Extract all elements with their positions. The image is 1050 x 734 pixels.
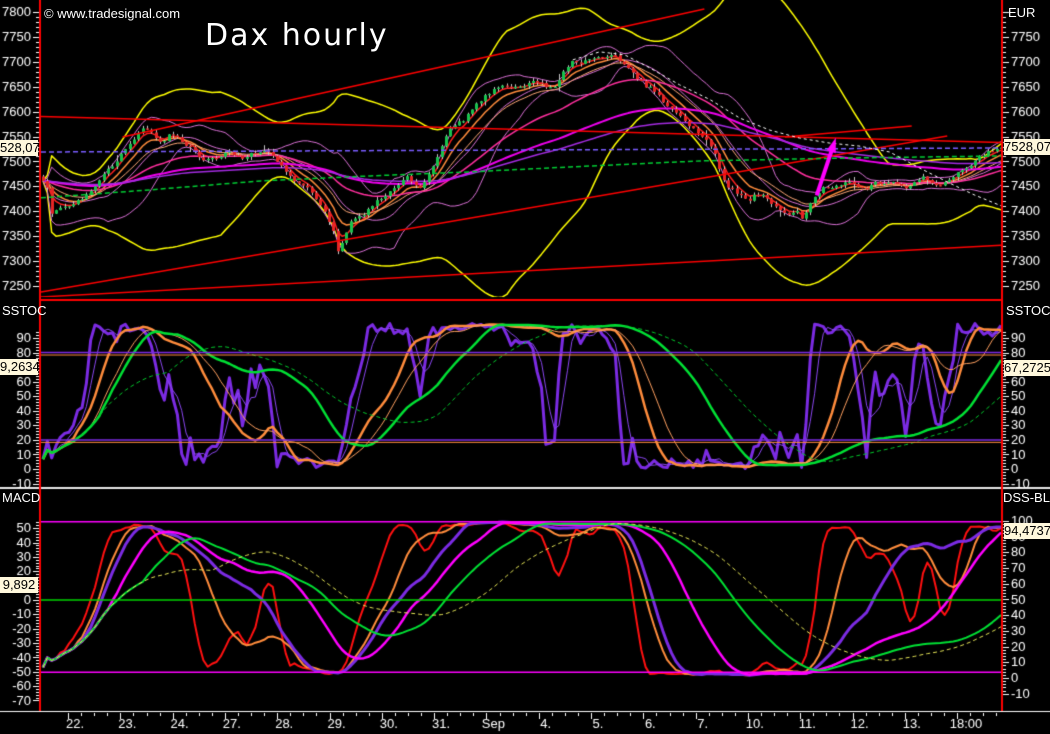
sstoc-panel-label-left: SSTOC (2, 303, 47, 318)
sstoc-value-tag-right: 67,2725 (1004, 360, 1050, 376)
trading-chart-window: © www.tradesignal.com Dax hourly EUR SST… (0, 0, 1050, 734)
sstoc-panel-label-right: SSTOC (1006, 303, 1050, 318)
last-price-tag-right: 7528,07 (1004, 139, 1050, 155)
chart-title: Dax hourly (205, 18, 389, 53)
macd-value-tag-left: 9,892 (0, 577, 38, 593)
copyright-text: © www.tradesignal.com (44, 6, 180, 21)
macd-panel-label-left: MACD (2, 490, 40, 505)
chart-canvas[interactable] (0, 0, 1050, 734)
sstoc-value-tag-left: 9,2634 (0, 359, 38, 375)
last-price-tag-left: 528,07 (0, 140, 38, 156)
currency-axis-label: EUR (1008, 5, 1035, 20)
dss-value-tag-right: 94,4737 (1004, 523, 1050, 539)
dss-bla-panel-label-right: DSS-BLA (1003, 490, 1050, 505)
